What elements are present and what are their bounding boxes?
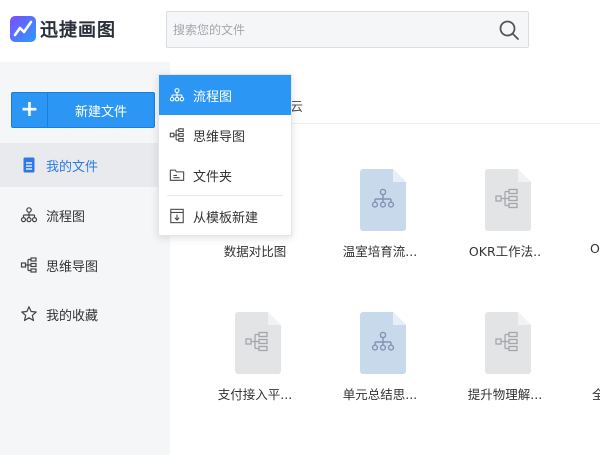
mindmap-file-icon [485, 169, 531, 231]
sidebar-item-label: 思维导图 [46, 259, 99, 275]
flowchart-icon [169, 88, 185, 102]
sidebar-item-label: 我的文件 [46, 159, 99, 175]
search-bar [166, 11, 529, 48]
search-icon[interactable] [498, 19, 520, 41]
sidebar-item-flowchart[interactable]: 流程图 [0, 193, 170, 237]
sidebar-item-label: 流程图 [46, 209, 86, 225]
dropdown-item-label: 从模板新建 [193, 210, 259, 226]
new-file-button[interactable]: + 新建文件 [11, 92, 155, 128]
search-input[interactable] [173, 21, 473, 39]
sidebar-item-mindmap[interactable]: 思维导图 [0, 243, 170, 287]
new-file-label: 新建文件 [74, 104, 127, 120]
new-file-dropdown: 流程图 思维导图 文件夹 从模板新建 [158, 74, 292, 236]
folder-icon [169, 169, 185, 181]
flowchart-icon [20, 207, 38, 223]
flowchart-file-icon [360, 312, 406, 374]
dropdown-item-mindmap[interactable]: 思维导图 [159, 115, 291, 155]
file-card[interactable]: 提升物理解... [445, 312, 565, 422]
mindmap-icon [169, 128, 184, 142]
file-name: OKR工作法.. [468, 244, 542, 259]
mindmap-icon [20, 257, 37, 273]
file-card[interactable]: 支付接入平... [195, 312, 315, 422]
file-card[interactable]: 全 [570, 312, 600, 422]
dropdown-item-label: 流程图 [193, 89, 233, 105]
flowchart-file-icon [360, 169, 406, 231]
app-logo[interactable]: 迅捷画图 [10, 16, 116, 42]
file-card[interactable]: O [570, 169, 600, 279]
file-name: 数据对比图 [223, 244, 287, 259]
sidebar-item-favorites[interactable]: 我的收藏 [0, 292, 170, 336]
app-title: 迅捷画图 [40, 20, 116, 41]
mindmap-file-icon [485, 312, 531, 374]
dropdown-item-label: 思维导图 [193, 129, 246, 145]
sidebar-item-my-files[interactable]: 我的文件 [0, 143, 170, 187]
mindmap-file-icon [235, 312, 281, 374]
file-card[interactable]: OKR工作法.. [445, 169, 565, 279]
dropdown-item-folder[interactable]: 文件夹 [159, 155, 291, 195]
file-name: 提升物理解... [467, 387, 543, 402]
file-name: 温室培育流... [342, 244, 418, 259]
header: 迅捷画图 [0, 0, 600, 62]
dropdown-item-label: 文件夹 [193, 169, 233, 185]
template-icon [170, 208, 184, 224]
sidebar-item-label: 我的收藏 [46, 308, 99, 324]
file-card[interactable]: 单元总结思... [320, 312, 440, 422]
file-name: 单元总结思... [342, 387, 418, 402]
logo-icon [10, 16, 36, 42]
document-icon [23, 157, 35, 173]
plus-icon: + [12, 93, 48, 127]
file-name: 支付接入平... [217, 387, 293, 402]
sidebar: + 新建文件 我的文件 流程图 思维导图 我的收藏 [0, 62, 170, 455]
star-icon [21, 306, 37, 322]
dropdown-item-from-template[interactable]: 从模板新建 [159, 196, 291, 236]
dropdown-item-flowchart[interactable]: 流程图 [159, 75, 291, 115]
file-name: O [590, 241, 600, 256]
file-name: 全 [592, 387, 600, 402]
file-card[interactable]: 温室培育流... [320, 169, 440, 279]
